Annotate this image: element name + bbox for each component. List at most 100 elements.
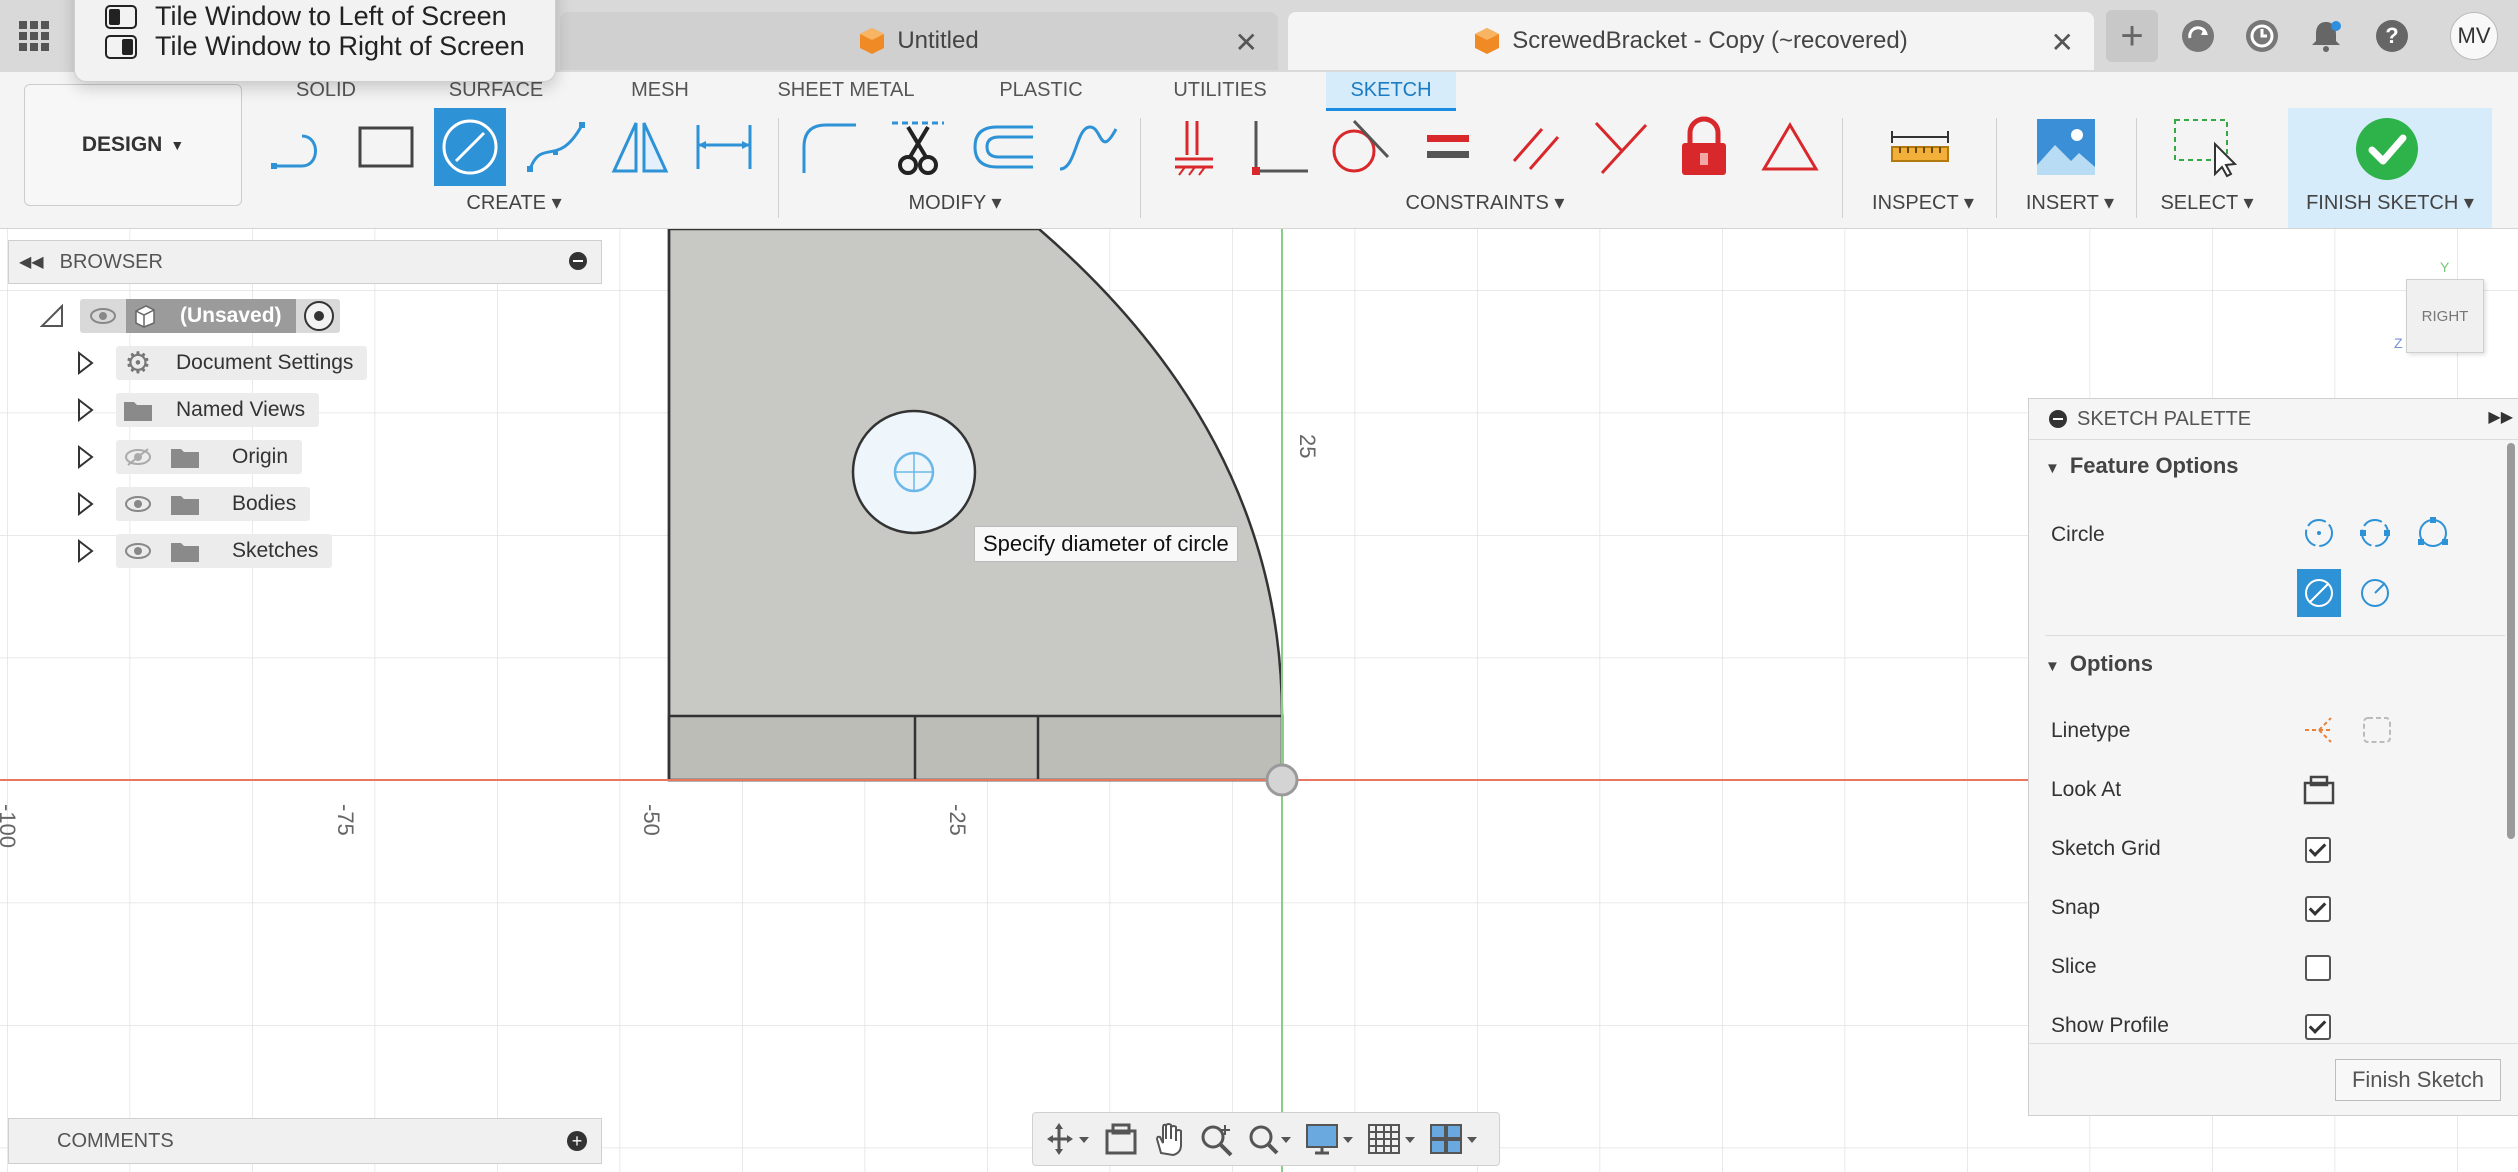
- add-comment-icon[interactable]: +: [567, 1131, 587, 1151]
- equal-constraint-icon[interactable]: [1412, 108, 1484, 186]
- zoom-icon[interactable]: [1199, 1121, 1235, 1157]
- mirror-tool-icon[interactable]: [604, 108, 676, 186]
- minimize-palette-icon[interactable]: [2049, 410, 2067, 428]
- expand-palette-icon[interactable]: ▶▶: [2488, 407, 2513, 427]
- notifications-bell-icon[interactable]: [2300, 10, 2352, 62]
- diameter-circle-option-selected[interactable]: [2297, 569, 2341, 617]
- slice-checkbox[interactable]: [2305, 955, 2331, 981]
- look-at-icon[interactable]: [2301, 771, 2337, 807]
- collapse-arrows-icon[interactable]: ◀◀: [19, 252, 44, 272]
- constraints-menu[interactable]: CONSTRAINTS ▾: [1380, 188, 1590, 218]
- inspect-menu[interactable]: INSPECT ▾: [1858, 188, 1988, 218]
- curve-tool-icon[interactable]: [1052, 108, 1124, 186]
- feature-options-section[interactable]: ▼ Feature Options: [2045, 453, 2239, 479]
- pan-hand-icon[interactable]: [1151, 1121, 1187, 1157]
- eye-icon[interactable]: [116, 495, 160, 513]
- finish-sketch-button[interactable]: FINISH SKETCH ▾: [2288, 108, 2492, 228]
- look-at-icon[interactable]: [1103, 1121, 1139, 1157]
- offset-tool-icon[interactable]: [968, 108, 1040, 186]
- tab-sheet-metal[interactable]: SHEET METAL: [766, 72, 926, 108]
- triangle-constraint-icon[interactable]: [1754, 108, 1826, 186]
- origin-point[interactable]: [1265, 763, 1299, 797]
- eye-icon[interactable]: [116, 542, 160, 560]
- spline-tool-icon[interactable]: [520, 108, 592, 186]
- expand-triangle-icon[interactable]: [76, 539, 116, 563]
- show-profile-checkbox[interactable]: [2305, 1014, 2331, 1040]
- tangent-constraint-icon[interactable]: [1324, 108, 1396, 186]
- modify-menu[interactable]: MODIFY ▾: [880, 188, 1030, 218]
- snap-checkbox[interactable]: [2305, 896, 2331, 922]
- user-avatar[interactable]: MV: [2448, 10, 2500, 62]
- browser-root-row[interactable]: (Unsaved): [40, 297, 340, 335]
- circle-tool-icon[interactable]: [434, 108, 506, 186]
- new-tab-button[interactable]: +: [2106, 10, 2158, 62]
- close-tab-icon[interactable]: ✕: [1235, 26, 1258, 59]
- menu-item-tile-left[interactable]: Tile Window to Left of Screen: [105, 1, 507, 32]
- perpendicular-constraint-icon[interactable]: [1244, 108, 1316, 186]
- centerline-linetype-icon[interactable]: [2359, 713, 2395, 747]
- tab-screwedbracket[interactable]: ScrewedBracket - Copy (~recovered) ✕: [1288, 12, 2094, 70]
- workspace-selector[interactable]: DESIGN ▼: [24, 84, 242, 206]
- browser-item-origin[interactable]: Origin: [76, 438, 303, 476]
- expand-triangle-icon[interactable]: [76, 492, 116, 516]
- options-section[interactable]: ▼ Options: [2045, 651, 2153, 677]
- horizontal-vertical-constraint-icon[interactable]: [1584, 108, 1656, 186]
- fillet-tool-icon[interactable]: [792, 108, 864, 186]
- job-status-icon[interactable]: [2236, 10, 2288, 62]
- grid-settings-icon[interactable]: [1367, 1121, 1417, 1157]
- display-settings-icon[interactable]: [1305, 1121, 1355, 1157]
- eye-hidden-icon[interactable]: [116, 447, 160, 467]
- activate-radio-icon[interactable]: [303, 301, 334, 331]
- viewports-icon[interactable]: [1429, 1121, 1479, 1157]
- tab-sketch[interactable]: SKETCH: [1326, 72, 1456, 111]
- close-tab-icon[interactable]: ✕: [2051, 26, 2074, 59]
- dimension-tool-icon[interactable]: [688, 108, 760, 186]
- orbit-icon[interactable]: [1045, 1121, 1091, 1157]
- fix-lock-icon[interactable]: [1668, 108, 1740, 186]
- tab-mesh[interactable]: MESH: [620, 72, 700, 108]
- tab-utilities[interactable]: UTILITIES: [1160, 72, 1280, 108]
- browser-item-sketches[interactable]: Sketches: [76, 532, 333, 570]
- root-component[interactable]: (Unsaved): [126, 299, 296, 333]
- parallel-constraint-icon[interactable]: [1500, 108, 1572, 186]
- palette-finish-sketch-button[interactable]: Finish Sketch: [2335, 1059, 2501, 1101]
- help-icon[interactable]: ?: [2366, 10, 2418, 62]
- radius-circle-icon[interactable]: [2355, 573, 2395, 613]
- center-diameter-circle-icon[interactable]: [2299, 513, 2339, 553]
- line-tool-icon[interactable]: [266, 108, 338, 186]
- apps-grid-icon[interactable]: [8, 10, 60, 62]
- expand-triangle-icon[interactable]: [40, 304, 80, 328]
- trim-scissors-icon[interactable]: [882, 108, 954, 186]
- tree-item-label: Bodies: [232, 492, 297, 515]
- browser-header[interactable]: ◀◀ BROWSER: [8, 240, 602, 284]
- tab-untitled[interactable]: Untitled ✕: [560, 12, 1278, 70]
- tab-plastic[interactable]: PLASTIC: [986, 72, 1096, 108]
- select-menu[interactable]: SELECT ▾: [2152, 188, 2262, 218]
- palette-scrollbar[interactable]: [2507, 443, 2515, 839]
- measure-ruler-icon[interactable]: [1884, 108, 1956, 186]
- sketch-grid-checkbox[interactable]: [2305, 837, 2331, 863]
- three-point-circle-icon[interactable]: [2413, 513, 2453, 553]
- bracket-base-profile[interactable]: [667, 714, 1284, 782]
- construction-linetype-icon[interactable]: [2301, 713, 2337, 747]
- palette-header[interactable]: SKETCH PALETTE ▶▶: [2029, 399, 2518, 440]
- eye-icon[interactable]: [80, 307, 126, 325]
- create-menu[interactable]: CREATE ▾: [434, 188, 594, 218]
- viewcube[interactable]: RIGHT: [2406, 279, 2484, 353]
- expand-triangle-icon[interactable]: [76, 445, 116, 469]
- zoom-window-icon[interactable]: [1247, 1121, 1293, 1157]
- insert-image-icon[interactable]: [2030, 108, 2102, 186]
- insert-menu[interactable]: INSERT ▾: [2010, 188, 2130, 218]
- browser-item-bodies[interactable]: Bodies: [76, 485, 311, 523]
- select-window-icon[interactable]: [2168, 108, 2240, 186]
- coincident-constraint-icon[interactable]: [1158, 108, 1230, 186]
- extensions-icon[interactable]: [2172, 10, 2224, 62]
- menu-item-tile-right[interactable]: Tile Window to Right of Screen: [105, 31, 525, 62]
- browser-item-named-views[interactable]: Named Views: [76, 391, 320, 429]
- expand-triangle-icon[interactable]: [76, 398, 116, 422]
- rectangle-tool-icon[interactable]: [350, 108, 422, 186]
- browser-item-document-settings[interactable]: ⚙ Document Settings: [76, 344, 368, 382]
- comments-panel-header[interactable]: COMMENTS +: [8, 1118, 602, 1164]
- two-point-circle-icon[interactable]: [2355, 513, 2395, 553]
- expand-triangle-icon[interactable]: [76, 351, 116, 375]
